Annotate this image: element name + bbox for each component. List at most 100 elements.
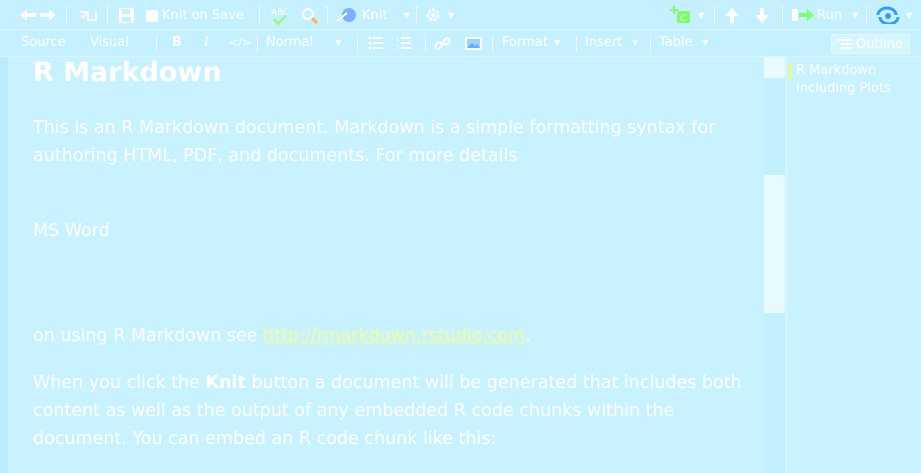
toolbar-separator <box>156 35 157 52</box>
insert-chunk-button[interactable]: C ▼ <box>670 5 704 25</box>
publish-button[interactable]: ▼ <box>876 6 912 24</box>
chevron-down-icon: ▼ <box>403 11 410 20</box>
run-arrow-icon <box>792 9 814 21</box>
bullet-list-button[interactable] <box>368 36 384 50</box>
bullet-list-icon <box>368 36 383 50</box>
toolbar-separator <box>257 35 258 52</box>
knit-bold-text: Knit <box>205 373 246 393</box>
run-button[interactable]: Run ▼ <box>791 7 858 23</box>
format-menu-label: Format <box>502 35 548 50</box>
paragraph-intro: This is an R Markdown document. Markdown… <box>33 118 716 166</box>
toolbar-separator <box>576 35 577 52</box>
italic-button[interactable]: I <box>204 35 209 50</box>
add-chunk-icon: C <box>670 6 690 24</box>
knit-yarn-icon <box>336 8 356 22</box>
chevron-down-icon: ▼ <box>698 10 705 20</box>
toolbar-separator <box>782 6 783 24</box>
numbered-list-button[interactable]: 12 <box>396 36 412 50</box>
arrow-left-icon <box>20 9 36 21</box>
document-outline-pane: R Markdown Including Plots <box>786 57 921 473</box>
knit-on-save-label: Knit on Save <box>162 8 244 23</box>
find-replace-button[interactable] <box>301 7 319 24</box>
toolbar-separator <box>416 6 417 24</box>
editor-gutter <box>0 57 8 473</box>
paragraph-knit: When you click the Knit button a documen… <box>33 369 748 453</box>
visual-mode-button[interactable]: Visual <box>90 35 129 50</box>
link-icon <box>434 37 451 50</box>
knit-label: Knit <box>362 8 388 23</box>
knit-on-save-checkbox[interactable]: Knit on Save <box>146 8 244 23</box>
arrow-right-icon <box>40 9 56 21</box>
forward-button[interactable] <box>38 7 58 23</box>
publish-icon <box>876 6 900 24</box>
code-label: </> <box>229 36 252 49</box>
editor-toolbar: Knit on Save ABC Knit ▼ ▼ C ▼ Run ▼ ▼ <box>0 0 921 30</box>
save-button[interactable] <box>118 7 135 24</box>
spellcheck-button[interactable]: ABC <box>270 6 288 26</box>
more-details-text: on using R Markdown see <box>33 326 264 346</box>
table-menu-label: Table <box>659 35 693 50</box>
outline-current-marker <box>789 63 792 79</box>
run-label: Run <box>817 7 842 23</box>
toolbar-separator <box>357 35 358 52</box>
knit-button[interactable]: Knit ▼ <box>335 7 410 24</box>
svg-text:C: C <box>680 14 686 24</box>
show-in-window-button[interactable] <box>78 8 98 22</box>
outline-list-icon <box>838 39 852 49</box>
outline-item-including-plots[interactable]: Including Plots <box>796 81 891 96</box>
code-button[interactable]: </> <box>229 36 251 49</box>
toolbar-separator <box>866 6 867 24</box>
format-menu[interactable]: Format ▼ <box>502 35 560 50</box>
paragraph-more-details: on using R Markdown see http://rmarkdown… <box>33 322 748 350</box>
chevron-down-icon: ▼ <box>553 38 560 47</box>
block-style-select[interactable]: Normal ▼ <box>266 35 341 50</box>
outline-toggle-button[interactable]: Outline <box>831 34 911 54</box>
format-toolbar: Source Visual B I </> Normal ▼ 12 Format… <box>0 30 921 57</box>
source-mode-button[interactable]: Source <box>21 35 66 50</box>
magnifier-icon <box>302 8 319 24</box>
outline-item-r-markdown[interactable]: R Markdown <box>796 63 876 78</box>
chevron-down-icon: ▼ <box>702 38 709 47</box>
chevron-down-icon: ▼ <box>906 10 913 20</box>
chevron-down-icon: ▼ <box>851 10 859 20</box>
italic-label: I <box>204 35 210 50</box>
arrow-down-icon <box>755 8 769 23</box>
svg-text:1: 1 <box>396 37 399 43</box>
popout-icon <box>80 11 97 21</box>
svg-text:2: 2 <box>396 45 399 50</box>
scrollbar-top-button[interactable] <box>764 57 785 78</box>
chevron-down-icon: ▼ <box>632 38 639 47</box>
insert-link-button[interactable] <box>434 35 451 52</box>
chevron-down-icon: ▼ <box>448 10 455 20</box>
knit-text-prefix: When you click the <box>33 373 206 393</box>
checkbox-icon <box>146 9 158 22</box>
more-details-suffix: . <box>525 326 531 346</box>
insert-menu-label: Insert <box>585 35 623 50</box>
toolbar-separator <box>259 6 260 24</box>
previous-chunk-button[interactable] <box>724 7 740 24</box>
settings-button[interactable]: ▼ <box>424 6 454 24</box>
toolbar-separator <box>66 6 67 24</box>
spellcheck-icon: ABC <box>271 8 288 26</box>
image-icon <box>465 37 482 50</box>
toolbar-separator <box>425 35 426 52</box>
scrollbar-thumb[interactable] <box>764 175 785 313</box>
toolbar-separator <box>107 6 108 24</box>
insert-menu[interactable]: Insert ▼ <box>585 35 638 50</box>
next-chunk-button[interactable] <box>754 7 770 24</box>
arrow-up-icon <box>725 8 739 23</box>
toolbar-separator <box>714 6 715 24</box>
insert-image-button[interactable] <box>464 36 483 51</box>
toolbar-separator <box>492 35 493 52</box>
rmarkdown-link[interactable]: http://rmarkdown.rstudio.com <box>263 326 525 346</box>
toolbar-separator <box>327 6 328 24</box>
back-button[interactable] <box>18 7 38 23</box>
table-menu[interactable]: Table ▼ <box>659 35 709 50</box>
numbered-list-icon: 12 <box>396 37 411 50</box>
outline-label: Outline <box>856 36 904 52</box>
paragraph-ms-word: MS Word <box>33 221 110 241</box>
bold-button[interactable]: B <box>172 35 182 50</box>
chevron-down-icon: ▼ <box>335 38 342 47</box>
source-label: Source <box>21 35 66 50</box>
visual-editor[interactable]: R Markdown This is an R Markdown documen… <box>8 57 764 473</box>
